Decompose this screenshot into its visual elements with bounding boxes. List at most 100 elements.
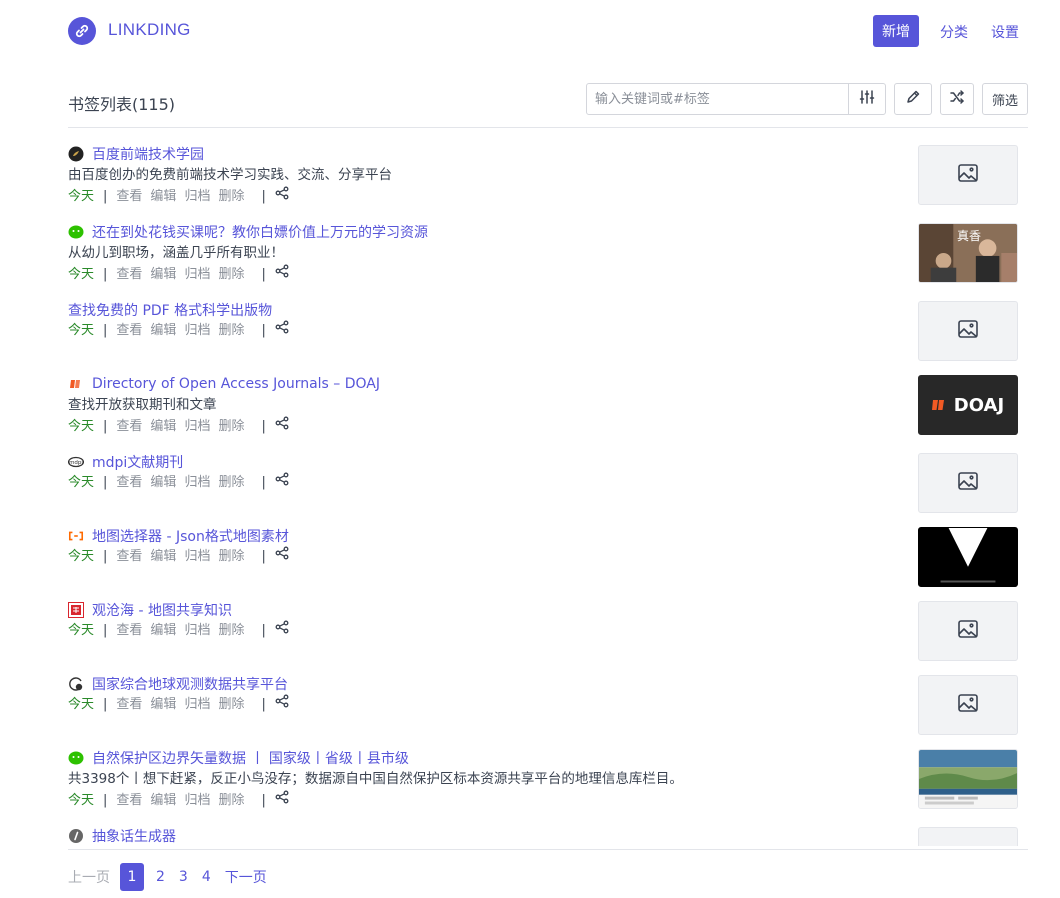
next-page-link[interactable]: 下一页	[225, 867, 267, 887]
share-icon[interactable]	[275, 416, 289, 438]
page-2-link[interactable]: 2	[156, 869, 165, 885]
view-link[interactable]: 查看	[116, 620, 142, 642]
delete-link[interactable]: 删除	[218, 790, 244, 812]
edit-link[interactable]: 编辑	[150, 186, 176, 208]
bookmark-item: 百度前端技术学园 由百度创办的免费前端技术学习实践、交流、分享平台 今天 | 查看…	[68, 144, 908, 208]
view-link[interactable]: 查看	[116, 790, 142, 812]
edit-link[interactable]: 编辑	[150, 620, 176, 642]
share-icon[interactable]	[275, 320, 289, 342]
bookmark-date: 今天	[68, 419, 95, 434]
share-icon[interactable]	[275, 620, 289, 642]
bookmark-item: 观沧海 - 地图共享知识 今天 | 查看 编辑 归档 删除 |	[68, 600, 908, 642]
share-icon[interactable]	[275, 790, 289, 812]
archive-link[interactable]: 归档	[184, 320, 210, 342]
bulk-edit-button[interactable]	[894, 83, 932, 115]
view-link[interactable]: 查看	[116, 472, 142, 494]
bookmark-title-link[interactable]: mdpi文献期刊	[92, 452, 183, 472]
bookmark-actions: 今天 | 查看 编辑 归档 删除 |	[68, 264, 908, 286]
delete-link[interactable]: 删除	[218, 320, 244, 342]
header-divider	[68, 127, 1028, 128]
bookmark-title-link[interactable]: Directory of Open Access Journals – DOAJ	[92, 376, 380, 392]
archive-link[interactable]: 归档	[184, 694, 210, 716]
pagination: 上一页 1 2 3 4 下一页	[68, 863, 281, 891]
view-link[interactable]: 查看	[116, 416, 142, 438]
filter-button[interactable]: 筛选	[982, 83, 1028, 115]
svg-text:mdpi: mdpi	[69, 460, 83, 466]
edit-link[interactable]: 编辑	[150, 546, 176, 568]
bookmark-date: 今天	[68, 549, 95, 564]
bookmark-thumbnail-photo: 真香	[918, 223, 1018, 283]
edit-link[interactable]: 编辑	[150, 416, 176, 438]
brand-name[interactable]: LINKDING	[108, 20, 191, 40]
red-seal-icon	[68, 602, 84, 618]
edit-link[interactable]: 编辑	[150, 694, 176, 716]
bookmark-title-link[interactable]: 百度前端技术学园	[92, 144, 204, 164]
prev-page-link: 上一页	[68, 870, 110, 886]
view-link[interactable]: 查看	[116, 546, 142, 568]
bookmark-description: 查找开放获取期刊和文章	[68, 397, 217, 413]
archive-link[interactable]: 归档	[184, 790, 210, 812]
delete-link[interactable]: 删除	[218, 264, 244, 286]
delete-link[interactable]: 删除	[218, 472, 244, 494]
page-1-button[interactable]: 1	[120, 863, 144, 891]
top-header: LINKDING 新增 分类 设置	[0, 0, 1060, 64]
search-options-button[interactable]	[848, 84, 885, 114]
gear-globe-icon	[68, 676, 84, 692]
website-thumbnail-image	[919, 750, 1017, 808]
bookmark-actions: 今天 | 查看 编辑 归档 删除 |	[68, 416, 908, 438]
nav-tags-link[interactable]: 分类	[940, 22, 968, 42]
bookmark-date: 今天	[68, 267, 95, 282]
bookmark-title-link[interactable]: 地图选择器 - Json格式地图素材	[92, 526, 289, 546]
edit-link[interactable]: 编辑	[150, 320, 176, 342]
add-bookmark-button[interactable]: 新增	[873, 15, 919, 47]
search-input[interactable]	[587, 84, 849, 114]
chevron-thumbnail-image	[919, 528, 1017, 586]
bookmark-date: 今天	[68, 793, 95, 808]
share-icon[interactable]	[275, 694, 289, 716]
archive-link[interactable]: 归档	[184, 472, 210, 494]
delete-link[interactable]: 删除	[218, 186, 244, 208]
delete-link[interactable]: 删除	[218, 694, 244, 716]
bookmark-title-link[interactable]: 还在到处花钱买课呢？教你白嫖价值上万元的学习资源	[92, 222, 428, 242]
bookmark-title-link[interactable]: 国家综合地球观测数据共享平台	[92, 674, 288, 694]
view-link[interactable]: 查看	[116, 186, 142, 208]
edit-link[interactable]: 编辑	[150, 790, 176, 812]
gray-circle-icon	[68, 828, 84, 844]
delete-link[interactable]: 删除	[218, 620, 244, 642]
view-link[interactable]: 查看	[116, 320, 142, 342]
archive-link[interactable]: 归档	[184, 546, 210, 568]
bookmark-title-link[interactable]: 自然保护区边界矢量数据 丨 国家级丨省级丨县市级	[92, 748, 409, 768]
page-3-link[interactable]: 3	[179, 869, 188, 885]
wechat-icon	[68, 750, 84, 766]
bookmark-thumbnail-placeholder	[918, 301, 1018, 361]
share-icon[interactable]	[275, 186, 289, 208]
linkding-logo-icon[interactable]	[68, 17, 96, 45]
archive-link[interactable]: 归档	[184, 186, 210, 208]
random-button[interactable]	[940, 83, 974, 115]
doaj-icon	[68, 376, 84, 392]
edit-link[interactable]: 编辑	[150, 472, 176, 494]
bookmark-thumbnail-placeholder	[918, 453, 1018, 513]
page-4-link[interactable]: 4	[202, 869, 211, 885]
archive-link[interactable]: 归档	[184, 620, 210, 642]
image-placeholder-icon	[957, 319, 979, 343]
delete-link[interactable]: 删除	[218, 416, 244, 438]
bookmark-item: 查找免费的 PDF 格式科学出版物 今天 | 查看 编辑 归档 删除 |	[68, 300, 908, 342]
nav-settings-link[interactable]: 设置	[991, 22, 1019, 42]
edit-link[interactable]: 编辑	[150, 264, 176, 286]
bookmark-title-link[interactable]: 抽象话生成器	[92, 826, 176, 846]
share-icon[interactable]	[275, 546, 289, 568]
doaj-logo-icon	[931, 398, 950, 412]
delete-link[interactable]: 删除	[218, 546, 244, 568]
bookmark-title-link[interactable]: 查找免费的 PDF 格式科学出版物	[68, 300, 272, 320]
archive-link[interactable]: 归档	[184, 264, 210, 286]
view-link[interactable]: 查看	[116, 694, 142, 716]
sliders-icon	[859, 89, 875, 109]
mdpi-icon: mdpi	[68, 454, 84, 470]
view-link[interactable]: 查看	[116, 264, 142, 286]
share-icon[interactable]	[275, 264, 289, 286]
bookmark-title-link[interactable]: 观沧海 - 地图共享知识	[92, 600, 232, 620]
bookmark-date: 今天	[68, 697, 95, 712]
archive-link[interactable]: 归档	[184, 416, 210, 438]
share-icon[interactable]	[275, 472, 289, 494]
